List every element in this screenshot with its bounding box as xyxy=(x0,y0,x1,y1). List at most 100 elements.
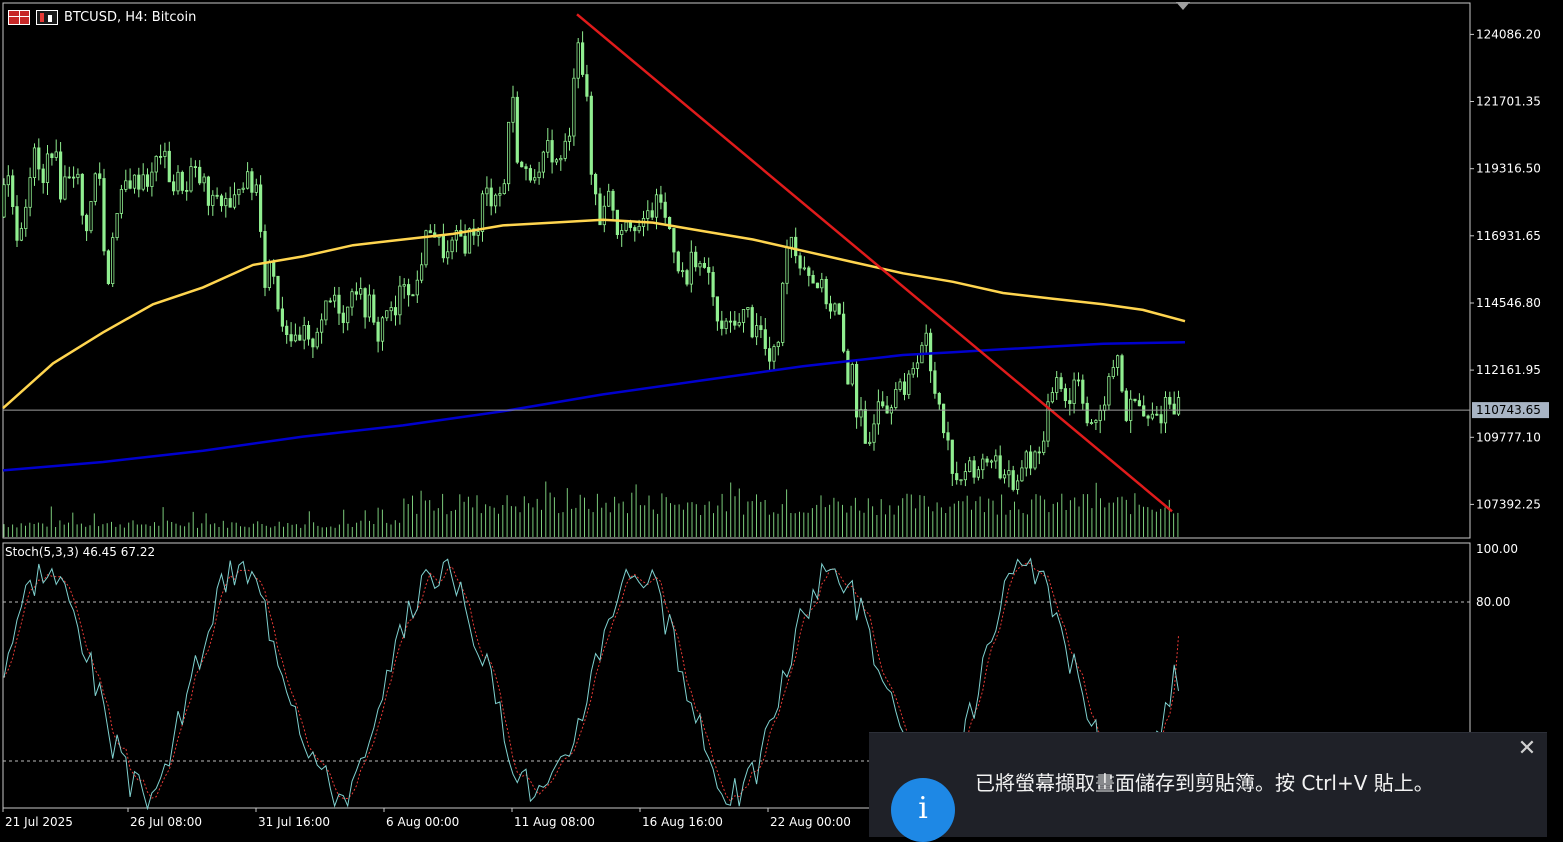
candle-body xyxy=(681,270,685,273)
price-candle xyxy=(842,301,846,354)
candle-body xyxy=(454,229,459,241)
candle-body xyxy=(837,303,841,315)
candle-body xyxy=(607,190,611,207)
candle-body xyxy=(724,320,728,330)
price-candle xyxy=(245,162,250,190)
candle-body xyxy=(1059,377,1063,390)
candle-body xyxy=(589,95,593,175)
candle-body xyxy=(1150,413,1154,419)
candle-body xyxy=(720,320,724,329)
candle-body xyxy=(511,96,515,123)
candle-body xyxy=(380,317,385,342)
stochastic-tick-label: 100.00 xyxy=(1476,542,1518,556)
close-icon[interactable]: ✕ xyxy=(1515,737,1539,761)
candlestick-icon[interactable] xyxy=(36,10,58,25)
price-candle xyxy=(872,414,876,451)
candle-body xyxy=(332,294,337,302)
candle-body xyxy=(1146,415,1150,419)
price-candle xyxy=(354,282,359,301)
candle-body xyxy=(550,140,554,163)
candle-body xyxy=(976,469,981,478)
candle-body xyxy=(293,334,298,342)
screenshot-toast[interactable]: i 已將螢幕擷取畫面儲存到剪貼簿。按 Ctrl+V 貼上。 ✕ xyxy=(869,732,1547,842)
price-candle xyxy=(737,313,741,328)
candle-body xyxy=(1024,451,1028,469)
candle-body xyxy=(872,423,876,443)
candle-body xyxy=(298,334,302,341)
price-candle xyxy=(419,252,424,284)
stochastic-tick-label: 80.00 xyxy=(1476,595,1510,609)
candle-body xyxy=(1063,388,1067,402)
chart-shift-marker-icon[interactable] xyxy=(1176,2,1190,10)
time-tick-label: 6 Aug 00:00 xyxy=(386,815,459,829)
candle-body xyxy=(763,329,767,350)
toast-message: 已將螢幕擷取畫面儲存到剪貼簿。按 Ctrl+V 貼上。 xyxy=(975,771,1434,795)
price-candle xyxy=(1085,396,1089,427)
price-candle xyxy=(428,224,432,234)
price-candle xyxy=(781,281,785,347)
price-candle xyxy=(772,344,776,370)
price-candle xyxy=(615,209,620,239)
candle-body xyxy=(154,155,158,173)
candle-body xyxy=(546,140,550,153)
price-candle xyxy=(24,199,28,237)
price-candle xyxy=(711,266,715,306)
price-candle xyxy=(876,389,881,435)
candle-body xyxy=(450,239,454,253)
price-candle xyxy=(45,145,50,195)
price-candle xyxy=(37,138,41,181)
price-candle xyxy=(276,275,280,312)
candle-body xyxy=(72,176,76,179)
price-chart-panel[interactable]: 124086.20 121701.35 119316.50 116931.65 1145… xyxy=(0,0,1563,540)
price-candle xyxy=(332,286,337,308)
price-candle xyxy=(341,305,345,334)
candle-body xyxy=(950,439,954,474)
price-candle xyxy=(524,163,528,181)
candle-body xyxy=(480,193,485,232)
candle-body xyxy=(254,184,258,193)
candle-body xyxy=(672,228,676,253)
price-candle xyxy=(1107,373,1111,410)
candle-body xyxy=(54,151,58,158)
price-candle xyxy=(807,265,811,287)
candle-body xyxy=(1002,474,1007,479)
candle-body xyxy=(163,150,167,157)
candle-body xyxy=(85,214,89,232)
grid-icon[interactable] xyxy=(8,10,30,25)
candle-body xyxy=(898,381,902,390)
price-candle xyxy=(193,160,197,178)
candle-body xyxy=(707,266,711,273)
candle-body xyxy=(63,176,67,200)
candle-body xyxy=(868,441,872,444)
candle-body xyxy=(319,319,324,333)
price-candle xyxy=(1111,359,1115,380)
candle-body xyxy=(859,409,863,418)
candle-body xyxy=(602,205,606,226)
candle-body xyxy=(946,432,950,441)
candle-body xyxy=(924,332,928,346)
price-candle xyxy=(1094,419,1098,430)
candle-body xyxy=(359,288,363,295)
price-candle xyxy=(393,295,398,326)
price-candle xyxy=(389,301,393,322)
price-chart[interactable]: 124086.20 121701.35 119316.50 116931.65 1145… xyxy=(0,0,1563,540)
price-candle xyxy=(1133,398,1137,403)
candle-body xyxy=(972,460,976,478)
candle-body xyxy=(411,294,415,297)
price-candle xyxy=(54,139,58,161)
candle-body xyxy=(802,267,807,270)
time-tick-label: 21 Jul 2025 xyxy=(5,815,73,829)
price-tick-label: 121701.35 xyxy=(1476,95,1541,109)
candle-body xyxy=(1042,440,1046,454)
price-candle xyxy=(376,316,380,353)
price-candle xyxy=(663,192,667,224)
candle-body xyxy=(654,194,659,218)
candle-body xyxy=(759,325,763,331)
candle-body xyxy=(280,308,285,327)
price-candle xyxy=(659,185,663,210)
price-candle xyxy=(1168,391,1172,409)
price-candle xyxy=(132,174,137,194)
candle-body xyxy=(694,251,698,268)
price-candle xyxy=(1089,419,1094,425)
slow-moving-average-line xyxy=(2,341,1186,472)
